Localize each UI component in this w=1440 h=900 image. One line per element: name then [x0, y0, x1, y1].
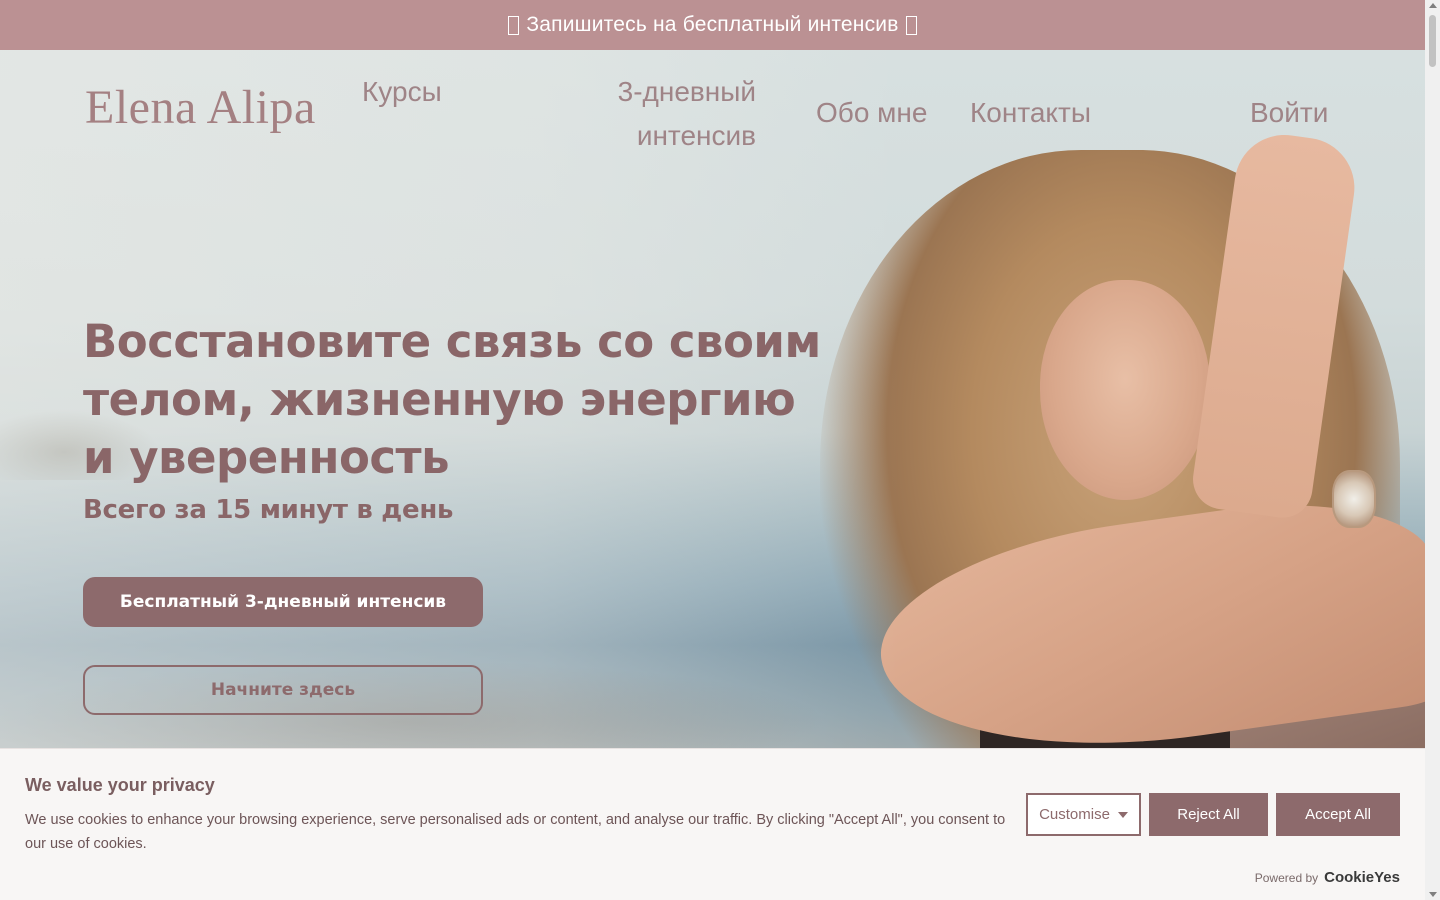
hero-photo-face: [1040, 280, 1210, 500]
powered-by-label: Powered by: [1254, 871, 1319, 885]
cookie-text: We use cookies to enhance your browsing …: [25, 812, 1006, 852]
hero-headline-line2: телом, жизненную энергию: [83, 373, 796, 426]
nav-contacts[interactable]: Контакты: [970, 91, 1091, 135]
cookieyes-logo: CookieYes: [1324, 869, 1400, 886]
nav-about[interactable]: Обо мне: [816, 91, 927, 135]
announcement-bar[interactable]: Запишитесь на бесплатный интенсив: [0, 0, 1425, 50]
hero-headline-line1: Восстановите связь со своим: [83, 315, 821, 368]
nav-courses[interactable]: Курсы: [362, 70, 442, 114]
customise-label: Customise: [1039, 806, 1110, 823]
accept-all-button[interactable]: Accept All: [1276, 793, 1400, 836]
scroll-thumb[interactable]: [1429, 15, 1436, 67]
nav-intensive[interactable]: 3-дневный интенсив: [600, 70, 756, 158]
caret-down-icon: [1117, 811, 1128, 818]
reject-all-button[interactable]: Reject All: [1149, 793, 1268, 836]
start-here-button[interactable]: Начните здесь: [83, 665, 483, 715]
missing-glyph-icon: [905, 15, 917, 35]
hero-headline-line3: и уверенность: [83, 431, 450, 484]
announcement-text: Запишитесь на бесплатный интенсив: [526, 13, 899, 36]
nav-intensive-line1: 3-дневный: [617, 76, 756, 107]
hero-subtitle: Всего за 15 минут в день: [83, 495, 454, 525]
hero-photo-watch: [1332, 470, 1376, 528]
hero-headline: Восстановите связь со своим телом, жизне…: [83, 313, 823, 487]
free-intensive-button[interactable]: Бесплатный 3-дневный интенсив: [83, 577, 483, 627]
nav-login[interactable]: Войти: [1250, 91, 1328, 135]
cookie-banner: We value your privacy We use cookies to …: [0, 748, 1425, 900]
customise-button[interactable]: Customise: [1026, 793, 1141, 836]
nav-intensive-line2: интенсив: [636, 120, 756, 151]
scroll-up-arrow-icon[interactable]: [1429, 3, 1437, 8]
powered-by[interactable]: Powered by CookieYes: [1255, 869, 1400, 886]
page-scrollbar[interactable]: [1425, 0, 1440, 900]
cookie-title: We value your privacy: [25, 775, 215, 795]
missing-glyph-icon: [508, 15, 520, 35]
site-logo[interactable]: Elena Alipa: [85, 80, 316, 135]
scroll-down-arrow-icon[interactable]: [1429, 892, 1437, 897]
